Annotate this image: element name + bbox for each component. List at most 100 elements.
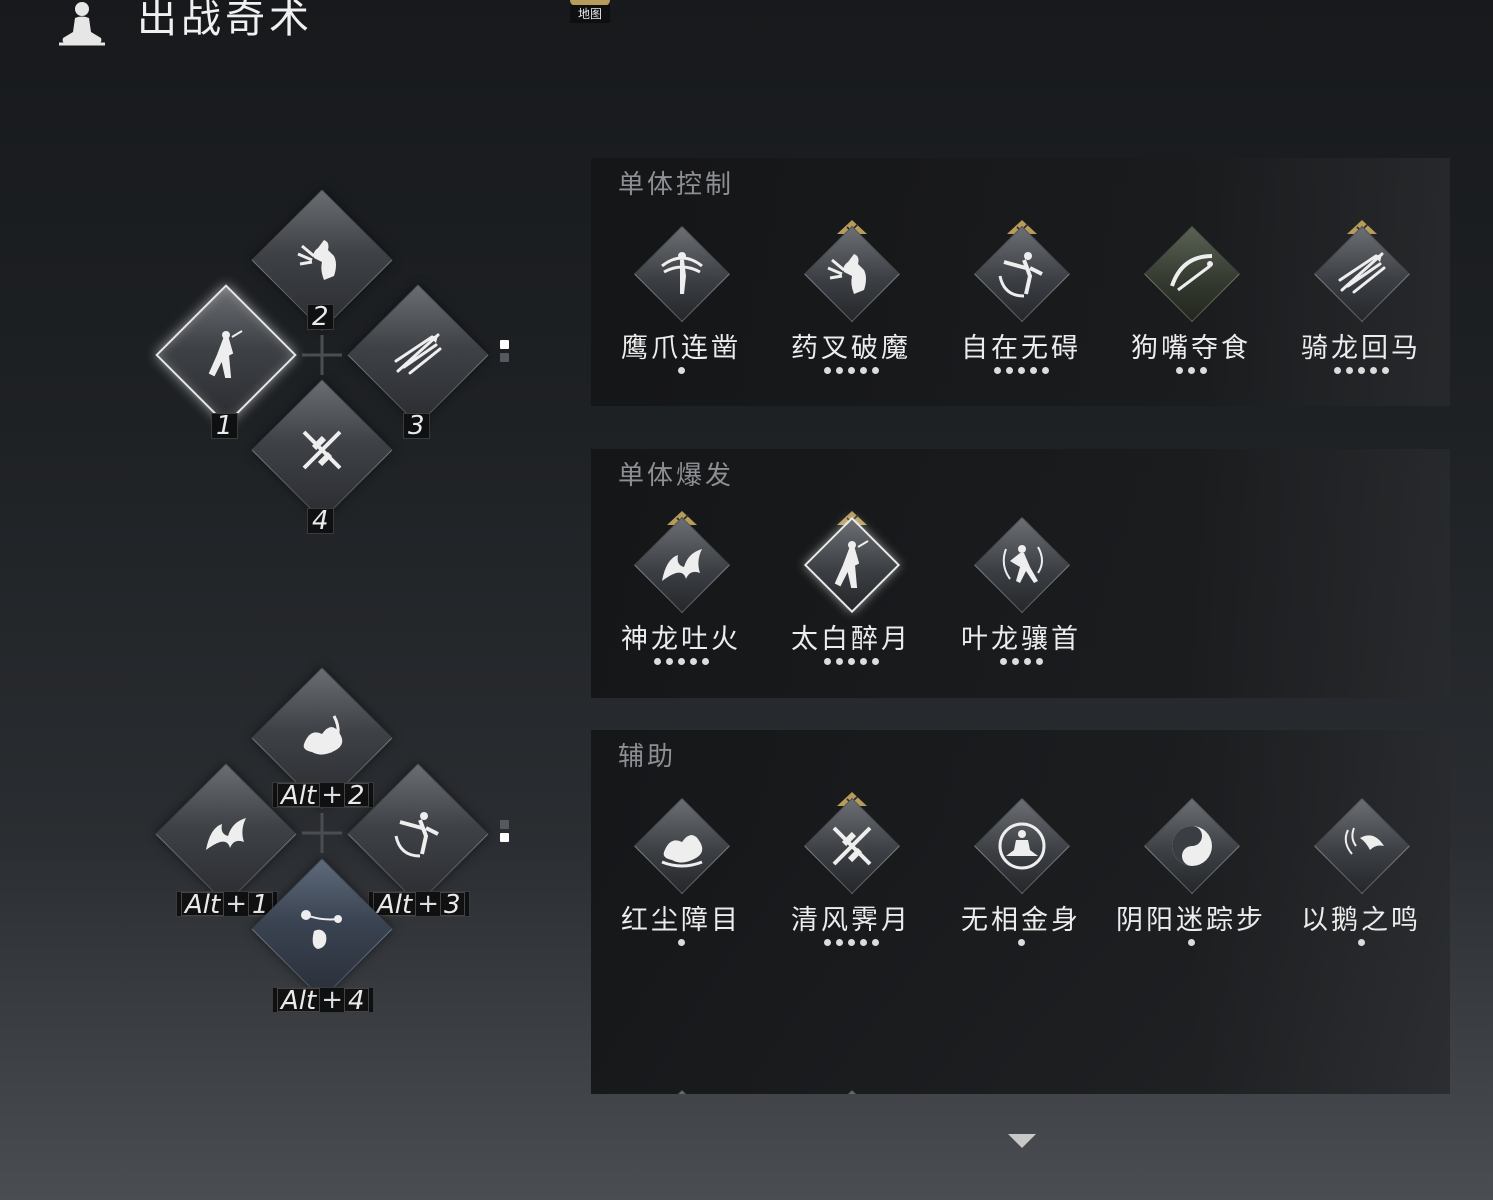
level-dot [1017, 367, 1025, 374]
skill-card[interactable]: 药叉破魔 [766, 218, 936, 388]
skill-card[interactable]: 鹰爪连凿 [596, 218, 766, 388]
kick-stance-icon [834, 540, 869, 588]
level-dot [1035, 658, 1043, 665]
skill-card[interactable]: 太白醉月 [766, 509, 936, 679]
skill-card[interactable] [596, 1082, 766, 1094]
level-dot [1175, 367, 1183, 374]
category-title: 单体控制 [618, 170, 735, 200]
eagle-claw-icon [661, 252, 703, 294]
skill-card[interactable]: 以鹅之鸣 [1276, 790, 1446, 960]
level-dot [1011, 658, 1019, 665]
skill-name: 鹰爪连凿 [621, 333, 741, 364]
skill-name: 无相金身 [961, 905, 1081, 936]
skill-card[interactable]: 红尘障目 [596, 790, 766, 960]
skill-level-dots [596, 365, 766, 375]
category-title: 辅助 [618, 742, 677, 772]
level-dot [1357, 939, 1365, 946]
level-dot [847, 939, 855, 946]
alt-page-indicator[interactable] [500, 820, 510, 846]
skill-level-dots [766, 937, 936, 947]
skill-level-dots [936, 937, 1106, 947]
skill-name: 太白醉月 [791, 624, 911, 655]
skill-card[interactable]: 骑龙回马 [1276, 218, 1446, 388]
sweep-icon [1170, 254, 1213, 292]
meditation-icon [59, 2, 105, 46]
crosshair-divider [302, 335, 342, 375]
skill-level-dots [936, 656, 1106, 666]
level-dot [1005, 367, 1013, 374]
skill-level-dots [936, 365, 1106, 375]
kick-stance-icon [208, 330, 243, 378]
level-dot [999, 658, 1007, 665]
flying-kick-icon [394, 812, 439, 858]
level-dot [1345, 367, 1353, 374]
page-dot [500, 820, 509, 829]
flying-kick-icon [998, 252, 1043, 298]
level-dot [847, 367, 855, 374]
dragon-flame-icon [662, 549, 702, 581]
page-dot [500, 353, 509, 362]
crosshair-divider [302, 813, 342, 853]
meditation-icon [998, 822, 1046, 870]
level-dot [835, 367, 843, 374]
level-dot [871, 658, 879, 665]
level-dot [859, 367, 867, 374]
level-dot [1369, 367, 1377, 374]
skill-level-dots [766, 365, 936, 375]
category-panel-single-control: 单体控制 鹰爪连凿 药叉破魔 自在无碍 狗嘴夺食 骑龙回马 [591, 158, 1450, 406]
level-dot [1041, 367, 1049, 374]
skill-card[interactable]: 自在无碍 [936, 218, 1106, 388]
level-dot [653, 658, 661, 665]
loadout-slot-alt-4[interactable] [250, 857, 394, 1001]
page-header: 出战奇术 [55, 0, 313, 48]
loadout-slot-4[interactable] [250, 378, 394, 522]
level-dot [701, 658, 709, 665]
level-dot [1357, 367, 1365, 374]
map-button[interactable]: 地图 [566, 0, 616, 24]
skill-name: 清风霁月 [791, 905, 911, 936]
level-dot [1187, 367, 1195, 374]
skill-level-dots [1276, 365, 1446, 375]
skill-diamond [633, 1089, 731, 1094]
skill-name: 叶龙骧首 [961, 624, 1081, 655]
level-dot [689, 658, 697, 665]
level-dot [823, 658, 831, 665]
level-dot [835, 658, 843, 665]
level-dot [871, 367, 879, 374]
level-dot [665, 658, 673, 665]
level-dot [1199, 367, 1207, 374]
skill-card[interactable]: 叶龙骧首 [936, 509, 1106, 679]
skill-card[interactable]: 狗嘴夺食 [1106, 218, 1276, 388]
page-dot-active [500, 340, 509, 349]
skill-card[interactable]: 清风霁月 [766, 790, 936, 960]
skill-card[interactable]: 阴阳迷踪步 [1106, 790, 1276, 960]
slot-key-3: 3 [403, 413, 430, 439]
page-dot-active [500, 833, 509, 842]
primary-page-indicator[interactable] [500, 340, 510, 366]
level-dot [1333, 367, 1341, 374]
level-dot [1017, 939, 1025, 946]
skill-name: 红尘障目 [621, 905, 741, 936]
level-dot [835, 939, 843, 946]
category-title: 单体爆发 [618, 461, 735, 491]
scroll-down-arrow-icon[interactable] [1008, 1134, 1036, 1148]
level-dot [823, 367, 831, 374]
skill-level-dots [1106, 365, 1276, 375]
skill-card[interactable] [766, 1082, 936, 1094]
level-dot [677, 367, 685, 374]
level-dot [1029, 367, 1037, 374]
dart-volley-icon [1338, 252, 1386, 294]
crossed-blades-icon [832, 826, 872, 866]
level-dot [677, 939, 685, 946]
slot-key-2: 2 [307, 304, 334, 330]
slot-key-4: 4 [307, 508, 334, 534]
level-dot [859, 658, 867, 665]
skill-card[interactable]: 神龙吐火 [596, 509, 766, 679]
skill-name: 阴阳迷踪步 [1116, 905, 1266, 936]
goose-cry-icon [1344, 827, 1384, 855]
dart-volley-icon [394, 333, 442, 375]
level-dot [823, 939, 831, 946]
fist-strike-icon [297, 240, 336, 280]
smoke-burst-icon [661, 835, 703, 868]
skill-card[interactable]: 无相金身 [936, 790, 1106, 960]
